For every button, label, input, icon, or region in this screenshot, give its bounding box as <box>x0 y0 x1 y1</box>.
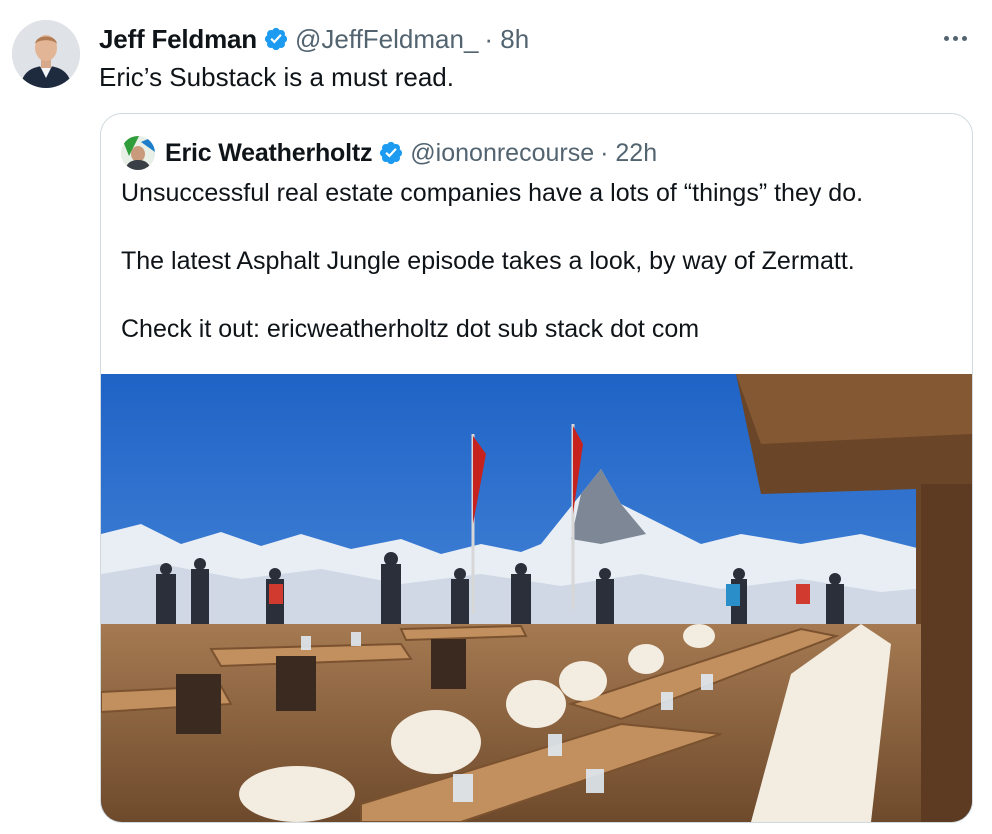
quoted-author-handle[interactable]: @iononrecourse <box>410 139 594 168</box>
quoted-paragraph-2: The latest Asphalt Jungle episode takes … <box>121 247 855 275</box>
tweet-text: Eric’s Substack is a must read. <box>99 62 454 92</box>
quoted-tweet-photo[interactable] <box>101 374 972 822</box>
quoted-tweet-timestamp[interactable]: · 22h <box>600 139 657 168</box>
quoted-author-avatar[interactable] <box>121 136 155 170</box>
verified-badge-icon <box>380 141 403 165</box>
quoted-tweet-text: Unsuccessful real estate companies have … <box>121 176 961 380</box>
tweet-header: Jeff Feldman @JeffFeldman_ · 8h <box>99 22 529 56</box>
more-horizontal-icon <box>943 35 949 41</box>
author-avatar[interactable] <box>12 20 80 88</box>
profile-photo-icon <box>12 20 80 88</box>
quoted-paragraph-3: Check it out: ericweatherholtz dot sub s… <box>121 315 700 343</box>
author-name[interactable]: Jeff Feldman <box>99 24 257 55</box>
quoted-author-name[interactable]: Eric Weatherholtz <box>165 139 372 168</box>
author-handle[interactable]: @JeffFeldman_ <box>295 24 478 55</box>
profile-photo-icon <box>121 136 155 170</box>
more-dot <box>961 35 967 41</box>
quoted-paragraph-1: Unsuccessful real estate companies have … <box>121 179 864 207</box>
more-dot <box>952 35 958 41</box>
more-options-button[interactable] <box>938 24 972 52</box>
quoted-tweet-card[interactable]: Eric Weatherholtz @iononrecourse · 22h U… <box>100 113 973 823</box>
tweet-timestamp[interactable]: · 8h <box>484 24 529 55</box>
quoted-tweet-header: Eric Weatherholtz @iononrecourse · 22h <box>121 136 657 170</box>
verified-badge-icon <box>264 27 288 51</box>
